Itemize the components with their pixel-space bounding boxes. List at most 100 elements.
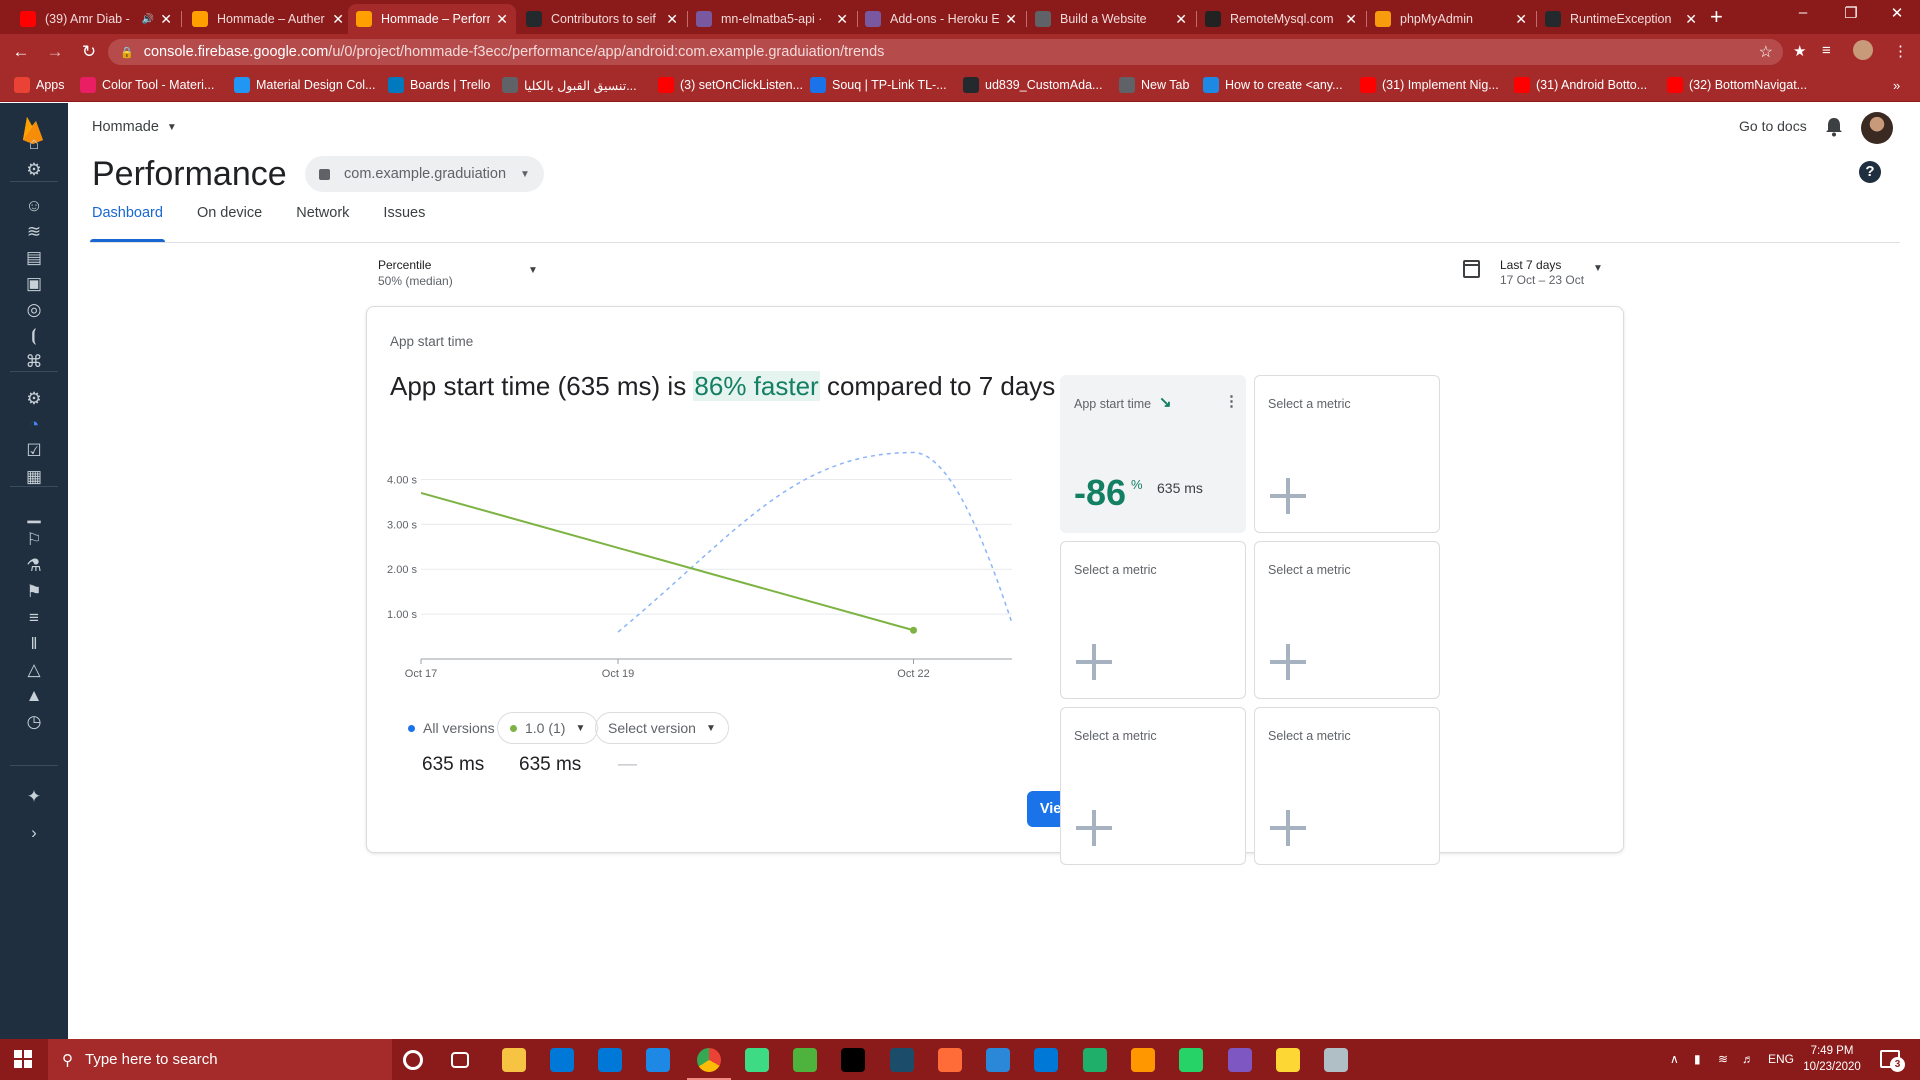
- taskbar-search[interactable]: ⚲ Type here to search: [48, 1039, 392, 1080]
- browser-tab[interactable]: Contributors to seif ✕: [518, 4, 686, 34]
- predictions-icon[interactable]: ⚐: [23, 529, 45, 551]
- extensions-icon[interactable]: ★: [1793, 42, 1806, 60]
- cortana-icon[interactable]: [403, 1050, 423, 1070]
- app-distribution-icon[interactable]: ▦: [23, 466, 45, 488]
- clock-icon[interactable]: ◷: [23, 711, 45, 733]
- metric-tile-empty[interactable]: Select a metric: [1060, 707, 1246, 865]
- bookmark-item[interactable]: (31) Android Botto...: [1514, 77, 1647, 93]
- browser-tab[interactable]: RuntimeException ✕: [1537, 4, 1705, 34]
- help-icon[interactable]: ?: [1859, 161, 1881, 183]
- sublime-icon[interactable]: [1131, 1048, 1155, 1072]
- store-icon[interactable]: [550, 1048, 574, 1072]
- build-icon[interactable]: ▲: [23, 685, 45, 707]
- browser-tab[interactable]: Add-ons - Heroku E ✕: [857, 4, 1025, 34]
- phone-icon[interactable]: [646, 1048, 670, 1072]
- more-bookmarks-icon[interactable]: »: [1893, 78, 1900, 93]
- storage-icon[interactable]: ▤: [23, 247, 45, 269]
- select-version-chip[interactable]: Select version ▼: [595, 712, 729, 744]
- bookmark-item[interactable]: Boards | Trello: [388, 77, 490, 93]
- close-tab-icon[interactable]: ✕: [332, 11, 344, 28]
- ab-testing-icon[interactable]: ⚗: [23, 555, 45, 577]
- bookmark-item[interactable]: (31) Implement Nig...: [1360, 77, 1499, 93]
- analytics-icon[interactable]: ▁: [23, 503, 45, 525]
- browser-tab[interactable]: (39) Amr Diab - 🔊 ✕: [12, 4, 180, 34]
- remote-config-icon[interactable]: ≡: [23, 607, 45, 629]
- metric-tile-app-start-time[interactable]: App start time ↘ ⋮ -86 % 635 ms: [1060, 375, 1246, 533]
- in-app-messaging-icon[interactable]: △: [23, 659, 45, 681]
- bookmark-item[interactable]: (32) BottomNavigat...: [1667, 77, 1807, 93]
- close-window-button[interactable]: ✕: [1874, 4, 1920, 22]
- tray-chevron-icon[interactable]: ∧: [1670, 1052, 1679, 1066]
- metric-tile-empty[interactable]: Select a metric: [1060, 541, 1246, 699]
- reading-list-icon[interactable]: ≡: [1822, 42, 1831, 59]
- performance-icon[interactable]: ◔: [23, 414, 45, 436]
- robot-icon[interactable]: ⌘: [23, 351, 45, 373]
- mail-icon[interactable]: [598, 1048, 622, 1072]
- mysql-workbench-icon[interactable]: [890, 1048, 914, 1072]
- notifications-bell-icon[interactable]: [1825, 117, 1843, 137]
- globe-icon[interactable]: ◎: [23, 299, 45, 321]
- language-indicator[interactable]: ENG: [1768, 1052, 1794, 1066]
- bookmark-item[interactable]: تنسيق القبول بالكليا...: [502, 77, 637, 93]
- user-avatar[interactable]: [1861, 112, 1893, 144]
- bookmark-item[interactable]: ud839_CustomAda...: [963, 77, 1102, 93]
- minimize-button[interactable]: –: [1780, 4, 1826, 21]
- browser-tab[interactable]: Hommade – Perform ✕: [348, 4, 516, 34]
- battery-icon[interactable]: ▮: [1694, 1052, 1701, 1066]
- emulator-icon[interactable]: [1228, 1048, 1252, 1072]
- app-selector[interactable]: com.example.graduiation ▼: [305, 156, 544, 192]
- xampp-icon[interactable]: [1324, 1048, 1348, 1072]
- test-lab-icon[interactable]: ☑: [23, 440, 45, 462]
- project-selector[interactable]: Hommade ▼: [92, 119, 177, 135]
- whatsapp-icon[interactable]: [1179, 1048, 1203, 1072]
- close-tab-icon[interactable]: ✕: [836, 11, 848, 28]
- dynamic-links-icon[interactable]: ‖: [23, 633, 45, 655]
- tab-dashboard[interactable]: Dashboard: [90, 206, 165, 242]
- postman-icon[interactable]: [938, 1048, 962, 1072]
- metric-tile-empty[interactable]: Select a metric: [1254, 707, 1440, 865]
- close-tab-icon[interactable]: ✕: [1685, 11, 1697, 28]
- browser-menu-icon[interactable]: ⋮: [1893, 42, 1908, 60]
- bookmark-item[interactable]: Apps: [14, 77, 65, 93]
- chrome-icon[interactable]: [687, 1048, 731, 1080]
- forward-icon[interactable]: →: [42, 42, 68, 62]
- vscode-icon[interactable]: [1034, 1048, 1058, 1072]
- home-icon[interactable]: ⌂: [23, 133, 45, 155]
- bookmark-item[interactable]: New Tab: [1119, 77, 1189, 93]
- browser-tab[interactable]: RemoteMysql.com ✕: [1197, 4, 1365, 34]
- bookmark-item[interactable]: How to create <any...: [1203, 77, 1343, 93]
- volume-icon[interactable]: ♬: [1742, 1052, 1754, 1066]
- audio-playing-icon[interactable]: 🔊: [142, 14, 154, 25]
- wifi-icon[interactable]: ≋: [1718, 1052, 1728, 1066]
- more-vert-icon[interactable]: ⋮: [1224, 392, 1239, 410]
- maximize-button[interactable]: ❐: [1828, 4, 1874, 22]
- action-center-icon[interactable]: 3: [1880, 1050, 1905, 1072]
- extensions-icon[interactable]: ✦: [23, 786, 45, 808]
- mongodb-icon[interactable]: [793, 1048, 817, 1072]
- ms-teams-icon[interactable]: [986, 1048, 1010, 1072]
- bookmark-item[interactable]: Souq | TP-Link TL-...: [810, 77, 947, 93]
- image-icon[interactable]: ▣: [23, 273, 45, 295]
- robo3t-icon[interactable]: [1083, 1048, 1107, 1072]
- percentile-selector[interactable]: Percentile 50% (median) ▼: [378, 258, 538, 288]
- users-icon[interactable]: ☺: [23, 195, 45, 217]
- back-icon[interactable]: ←: [8, 42, 34, 62]
- go-to-docs-link[interactable]: Go to docs: [1739, 118, 1807, 134]
- profile-avatar[interactable]: [1853, 40, 1873, 60]
- close-tab-icon[interactable]: ✕: [496, 11, 508, 28]
- bookmark-item[interactable]: Material Design Col...: [234, 77, 376, 93]
- browser-tab[interactable]: mn-elmatba5-api · ✕: [688, 4, 856, 34]
- close-tab-icon[interactable]: ✕: [160, 11, 172, 28]
- metric-tile-empty[interactable]: Select a metric: [1254, 375, 1440, 533]
- version-chip-1-0[interactable]: 1.0 (1) ▼: [497, 712, 599, 744]
- tab-on-device[interactable]: On device: [195, 206, 264, 242]
- tab-network[interactable]: Network: [294, 206, 351, 242]
- bookmark-item[interactable]: (3) setOnClickListen...: [658, 77, 803, 93]
- realtime-db-icon[interactable]: ≋: [23, 221, 45, 243]
- close-tab-icon[interactable]: ✕: [1005, 11, 1017, 28]
- tab-issues[interactable]: Issues: [381, 206, 427, 242]
- windows-start-icon[interactable]: [14, 1050, 32, 1068]
- close-tab-icon[interactable]: ✕: [1175, 11, 1187, 28]
- browser-tab[interactable]: phpMyAdmin ✕: [1367, 4, 1535, 34]
- close-tab-icon[interactable]: ✕: [1515, 11, 1527, 28]
